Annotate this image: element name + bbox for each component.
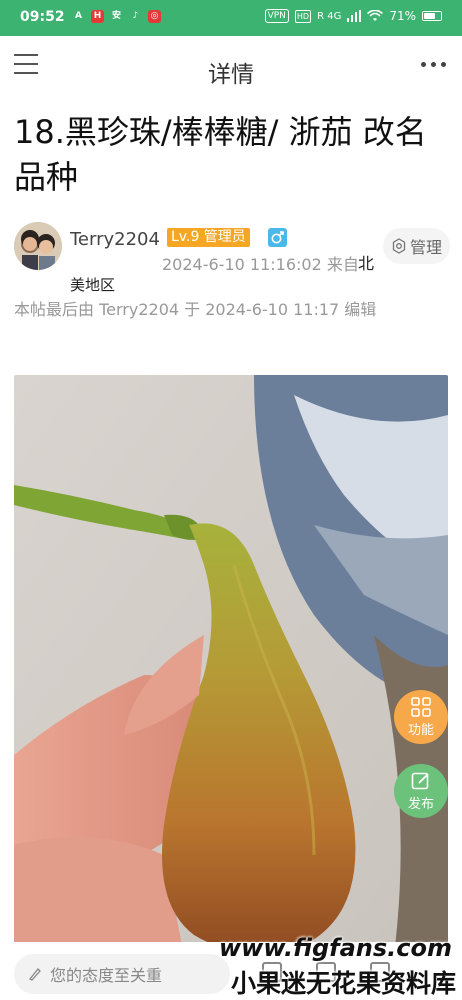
hbo-app-icon: H bbox=[91, 10, 104, 23]
battery-level bbox=[424, 13, 435, 19]
more-options-icon[interactable] bbox=[421, 62, 446, 67]
post-location-continued: 美地区 bbox=[70, 276, 116, 294]
manage-label: 管理 bbox=[410, 238, 443, 257]
page-title: 详情 bbox=[208, 62, 254, 88]
app-header: 详情 bbox=[0, 36, 462, 102]
grid-icon bbox=[411, 696, 431, 717]
status-indicators: VPN HD R 4G 71% bbox=[264, 9, 442, 23]
watermark-url: www.figfans.com bbox=[218, 934, 452, 962]
a-icon: A bbox=[72, 10, 85, 23]
status-bar: 09:52 A H 安 ♪ ◎ VPN HD R 4G 71% bbox=[0, 0, 462, 36]
function-label: 功能 bbox=[407, 722, 434, 738]
battery-icon bbox=[422, 11, 442, 21]
publish-button[interactable]: 发布 bbox=[394, 764, 448, 818]
author-name[interactable]: Terry2204 bbox=[70, 229, 160, 250]
tiktok-icon: ♪ bbox=[129, 10, 142, 23]
hd-badge: HD bbox=[294, 9, 312, 23]
gear-icon bbox=[392, 238, 406, 254]
post-title: 18.黑珍珠/棒棒糖/ 浙茄 改名品种 bbox=[14, 113, 427, 196]
comment-placeholder: 您的态度至关重 bbox=[50, 966, 163, 985]
publish-label: 发布 bbox=[407, 796, 434, 812]
post-location: 北 bbox=[358, 254, 375, 273]
post-time: 2024-6-10 11:16:02 来自 bbox=[162, 255, 359, 274]
signal-icon bbox=[347, 10, 362, 22]
manage-button[interactable]: 管理 bbox=[383, 228, 451, 264]
status-time: 09:52 bbox=[20, 9, 65, 25]
edit-icon bbox=[411, 772, 429, 789]
status-app-icons: A H 安 ♪ ◎ bbox=[72, 10, 161, 23]
fig-fruit-photo bbox=[14, 375, 448, 955]
pencil-icon bbox=[28, 968, 41, 981]
news-app-icon: ◎ bbox=[148, 10, 161, 23]
chat-app-icon: 安 bbox=[110, 10, 123, 23]
comment-input[interactable]: 您的态度至关重 bbox=[14, 954, 230, 994]
battery-percent: 71% bbox=[389, 9, 416, 23]
post-image[interactable] bbox=[14, 375, 448, 955]
vpn-badge: VPN bbox=[264, 9, 289, 23]
edit-note: 本帖最后由 Terry2204 于 2024-6-10 11:17 编辑 bbox=[14, 300, 377, 319]
watermark-name: 小果迷无花果资料库 bbox=[230, 969, 456, 998]
avatar[interactable] bbox=[14, 222, 62, 270]
gender-icon bbox=[268, 228, 287, 247]
wifi-icon bbox=[367, 10, 384, 21]
function-button[interactable]: 功能 bbox=[394, 690, 448, 744]
level-badge: Lv.9 管理员 bbox=[167, 228, 250, 247]
network-indicator: R 4G bbox=[317, 10, 342, 22]
